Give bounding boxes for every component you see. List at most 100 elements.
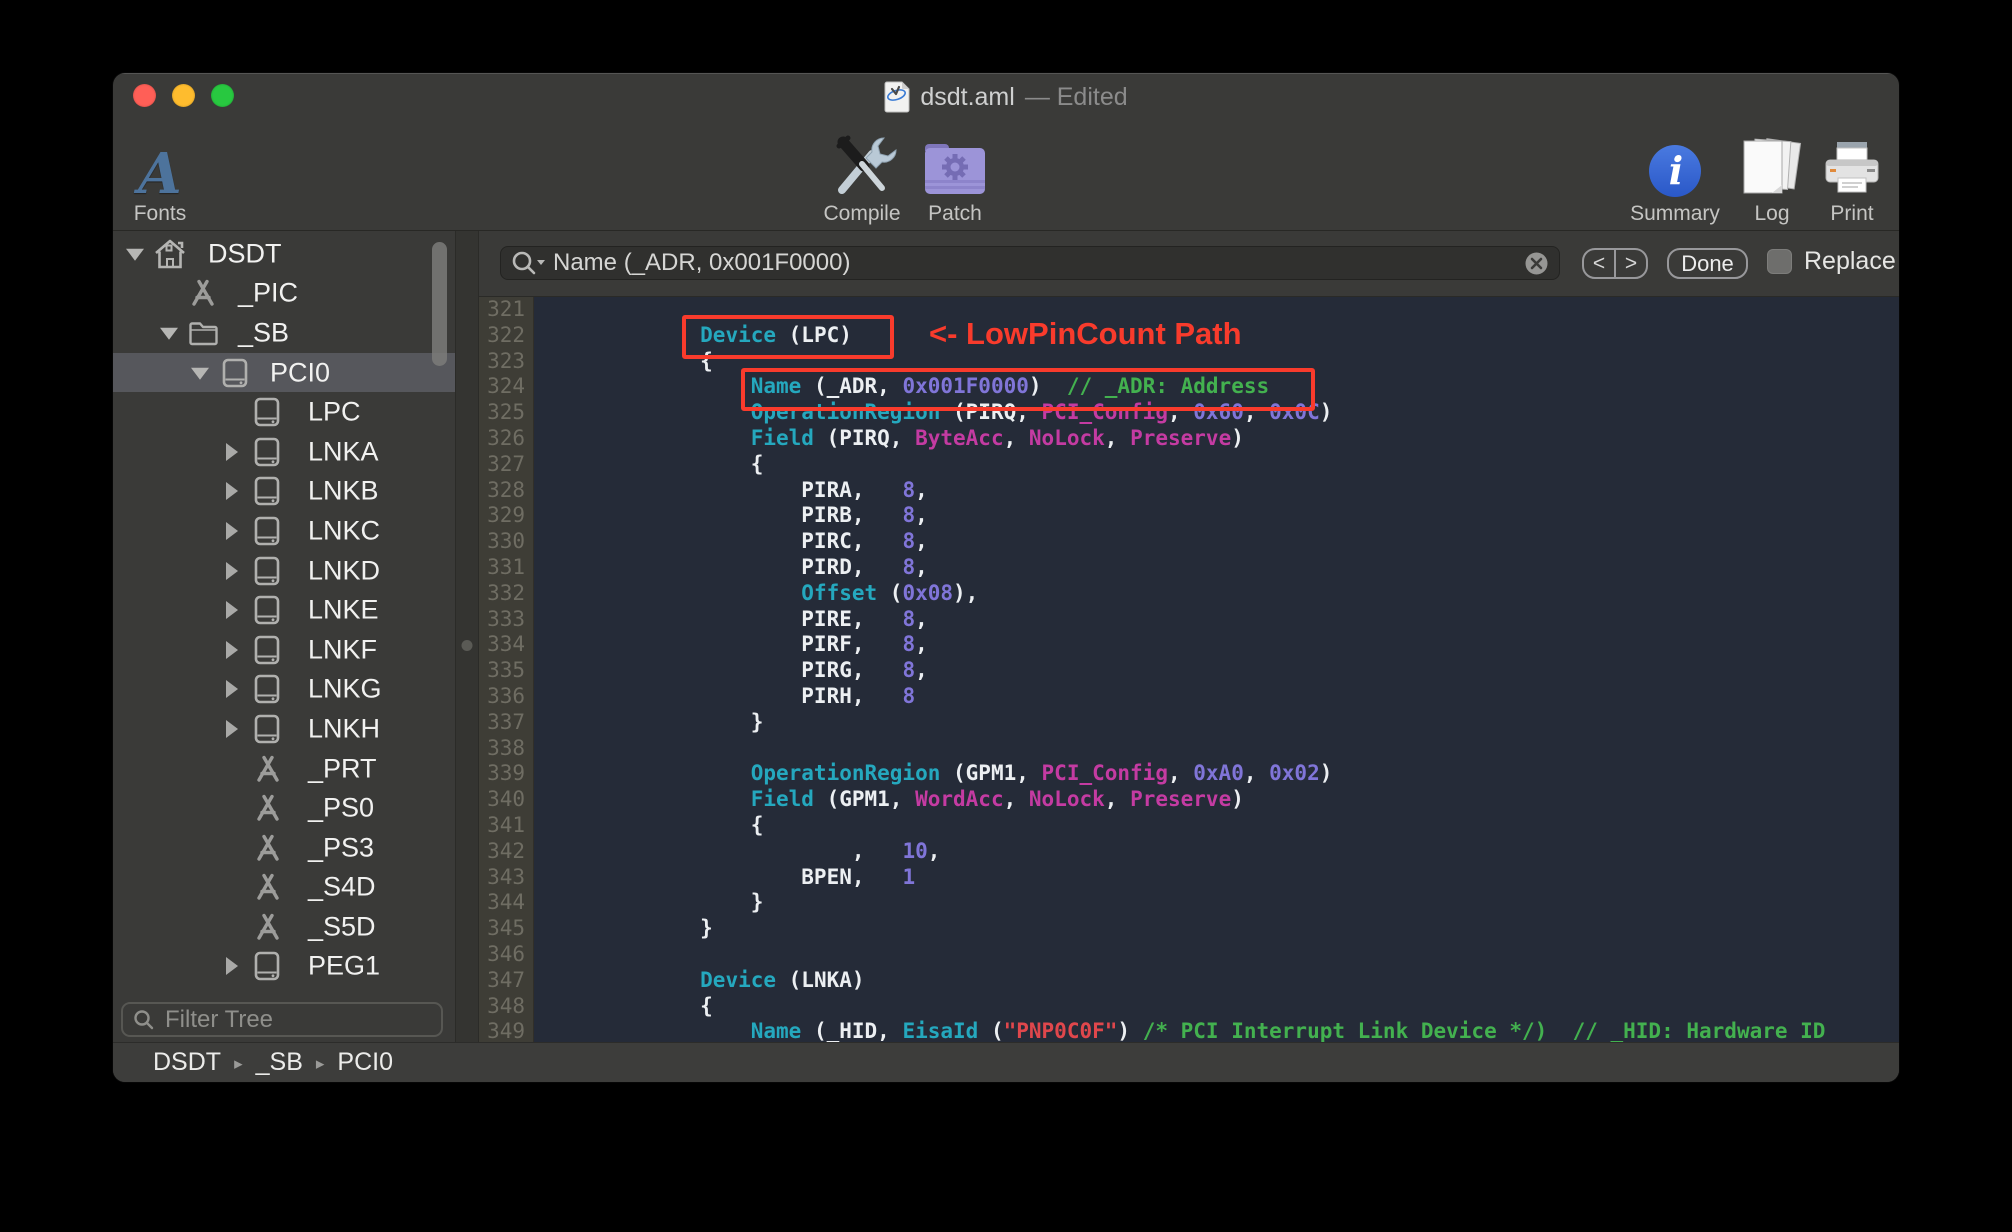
tree-item-lnkc[interactable]: LNKC: [113, 511, 455, 551]
tree-item-label: LNKH: [308, 713, 381, 744]
tree-item-label: DSDT: [208, 238, 282, 269]
tree-item-lnkb[interactable]: LNKB: [113, 472, 455, 512]
tree-item-s5d[interactable]: _S5D: [113, 907, 455, 947]
tree-item-lnkh[interactable]: LNKH: [113, 709, 455, 749]
find-prev-next-control: < >: [1582, 248, 1648, 279]
disclosure-collapsed-icon[interactable]: [226, 640, 238, 659]
breadcrumb-item-pci0[interactable]: PCI0: [337, 1048, 393, 1077]
code-line-content: Name (_HID, EisaId ("PNP0C0F") /* PCI In…: [750, 1019, 1826, 1042]
fonts-button[interactable]: A Fonts: [113, 146, 230, 226]
line-number: 324: [479, 374, 534, 401]
tree-item-dsdt[interactable]: DSDT: [113, 234, 455, 274]
code-line-content: {: [599, 451, 764, 476]
code-line-333: 333 PIRE, 8,: [479, 606, 1899, 633]
document-icon: [884, 81, 910, 113]
line-number: 326: [479, 425, 534, 452]
breadcrumb-item-dsdt[interactable]: DSDT: [153, 1048, 221, 1077]
titlebar: dsdt.aml — Edited: [113, 73, 1899, 117]
device-icon: [221, 358, 249, 388]
disclosure-expanded-icon[interactable]: [191, 367, 209, 380]
tree-item-lnkd[interactable]: LNKD: [113, 551, 455, 591]
code-line-content: Device (LNKA): [700, 967, 865, 992]
code-line-content: }: [599, 916, 713, 941]
tree-item-s4d[interactable]: _S4D: [113, 868, 455, 908]
tree-item-prt[interactable]: _PRT: [113, 749, 455, 789]
clear-search-icon[interactable]: [1524, 251, 1549, 276]
code-line-336: 336 PIRH, 8: [479, 683, 1899, 710]
tree-item-label: LNKG: [308, 673, 382, 704]
line-number: 330: [479, 529, 534, 555]
print-button[interactable]: Print: [1782, 140, 1899, 226]
tree-item-pci0[interactable]: PCI0: [113, 352, 455, 393]
splitter-handle[interactable]: [461, 640, 473, 651]
code-line-332: 332 Offset (0x08),: [479, 580, 1899, 607]
method-icon: [253, 834, 283, 862]
tree-item-lnka[interactable]: LNKA: [113, 432, 455, 472]
svg-text:i: i: [1669, 148, 1683, 193]
code-line-content: Field (GPM1, WordAcc, NoLock, Preserve): [750, 787, 1244, 812]
tree-item-lnkg[interactable]: LNKG: [113, 670, 455, 710]
disclosure-expanded-icon[interactable]: [126, 248, 144, 261]
tree-item-label: LNKF: [308, 634, 378, 665]
toolbar: A Fonts Compile Patch i Summary Log Prin…: [113, 117, 1899, 231]
code-line-content: PIRE, 8,: [599, 606, 928, 631]
disclosure-collapsed-icon[interactable]: [226, 561, 238, 580]
code-line-330: 330 PIRC, 8,: [479, 529, 1899, 555]
code-line-content: PIRC, 8,: [599, 529, 928, 554]
zoom-button[interactable]: [211, 83, 234, 107]
search-icon[interactable]: [511, 250, 545, 276]
disclosure-collapsed-icon[interactable]: [226, 482, 238, 501]
tree-item-label: LNKB: [308, 475, 379, 506]
tree-item-label: _PIC: [238, 277, 299, 308]
tree-item-label: _PRT: [308, 753, 377, 784]
filter-tree-field[interactable]: [121, 1002, 477, 1037]
tree-item-pic[interactable]: _PIC: [113, 274, 455, 314]
line-number: 338: [479, 735, 534, 762]
disclosure-collapsed-icon[interactable]: [226, 521, 238, 540]
disclosure-collapsed-icon[interactable]: [226, 680, 238, 699]
tree-item-ps0[interactable]: _PS0: [113, 788, 455, 828]
disclosure-collapsed-icon[interactable]: [226, 957, 238, 976]
find-previous-button[interactable]: <: [1584, 250, 1616, 277]
code-editor[interactable]: 321 322 Device (LPC) 323 {324 Name (_ADR, …: [479, 297, 1899, 1042]
close-button[interactable]: [133, 83, 156, 107]
tree-item-label: PEG1: [308, 950, 381, 981]
sidebar-scrollbar-thumb[interactable]: [432, 242, 447, 366]
replace-toggle: Replace: [1767, 247, 1896, 276]
code-line-321: 321: [479, 297, 1899, 323]
done-button[interactable]: Done: [1667, 248, 1748, 279]
disclosure-collapsed-icon[interactable]: [226, 442, 238, 461]
line-number: 334: [479, 632, 534, 659]
code-line-content: {: [599, 348, 713, 373]
replace-checkbox[interactable]: [1767, 249, 1792, 274]
search-input[interactable]: [545, 248, 1524, 278]
line-number: 329: [479, 503, 534, 530]
disclosure-collapsed-icon[interactable]: [226, 719, 238, 738]
disclosure-expanded-icon[interactable]: [160, 327, 178, 340]
tree-item-sb[interactable]: _SB: [113, 313, 455, 353]
patch-button[interactable]: Patch: [885, 138, 1025, 226]
tree-item-ps3[interactable]: _PS3: [113, 828, 455, 868]
disclosure-collapsed-icon[interactable]: [226, 601, 238, 620]
code-line-327: 327 {: [479, 451, 1899, 478]
find-next-button[interactable]: >: [1616, 250, 1646, 277]
line-number: 327: [479, 451, 534, 478]
tree-item-label: _PS0: [308, 792, 375, 823]
tree-item-peg1[interactable]: PEG1: [113, 947, 455, 987]
tree-item-lnkf[interactable]: LNKF: [113, 630, 455, 670]
code-line-content: [534, 736, 599, 762]
tree-item-label: LNKC: [308, 515, 381, 546]
tree-item-lnke[interactable]: LNKE: [113, 590, 455, 630]
tree-item-label: _S4D: [308, 871, 376, 902]
breadcrumb-item-sb[interactable]: _SB: [256, 1048, 303, 1077]
pane-splitter[interactable]: [455, 231, 479, 1042]
code-line-346: 346: [479, 941, 1899, 968]
line-number: 349: [479, 1019, 534, 1042]
document-name: dsdt.aml: [920, 82, 1015, 111]
minimize-button[interactable]: [172, 83, 195, 107]
line-number: 337: [479, 709, 534, 736]
filter-tree-input[interactable]: [163, 1004, 477, 1035]
code-line-content: PIRB, 8,: [599, 503, 928, 528]
search-field[interactable]: [500, 246, 1560, 280]
tree-item-lpc[interactable]: LPC: [113, 392, 455, 432]
